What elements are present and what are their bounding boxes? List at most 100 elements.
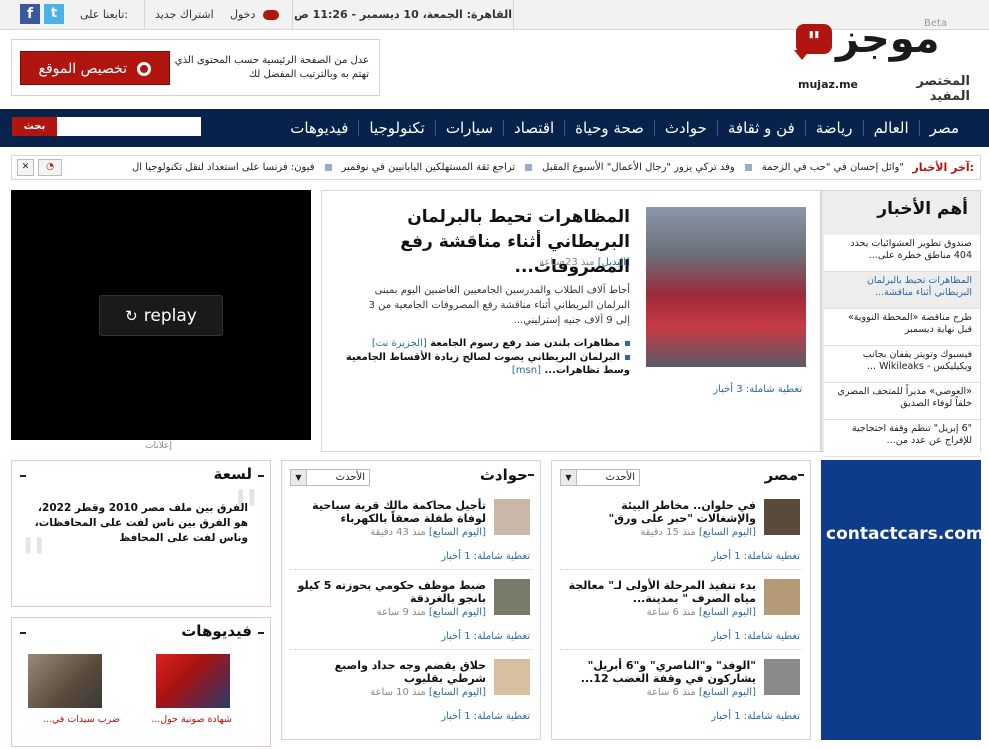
- section-accidents: حوادث ▼ الأحدث تأجيل محاكمة مالك قرية سيا…: [281, 460, 541, 740]
- article-thumbnail[interactable]: [764, 579, 800, 615]
- featured-title[interactable]: المظاهرات تحيط بالبرلمان البريطاني أثناء…: [330, 205, 630, 280]
- ticker-item[interactable]: وائل إحسان في "حب في الزحمة": [756, 162, 910, 173]
- featured-source[interactable]: [البديل]: [598, 257, 630, 268]
- videos-title: فيديوهات: [181, 622, 252, 640]
- article-thumbnail[interactable]: [494, 579, 530, 615]
- subscribe-link[interactable]: اشتراك جديد: [144, 0, 214, 30]
- video-caption[interactable]: شهادة صوتية حول...: [132, 714, 232, 725]
- replay-icon: ↻: [125, 307, 138, 325]
- article-item[interactable]: حلاق يقضم وجه حداد واصبع شرطي بقليوب [ال…: [282, 659, 540, 739]
- top-news-item[interactable]: صندوق تطوير العشوائيات يحدد 404 مناطق خط…: [824, 235, 980, 272]
- nav-item-misr[interactable]: مصر: [918, 120, 969, 136]
- logo-tail: [794, 50, 810, 60]
- chevron-down-icon: ▼: [561, 470, 577, 485]
- article-item[interactable]: تأجيل محاكمة مالك قرية سياحية لوفاة طفلة…: [282, 499, 540, 579]
- lasaa-text[interactable]: الفرق بين ملف مصر 2010 وقطر 2022، هو الف…: [28, 501, 248, 546]
- search-button[interactable]: بحث: [12, 117, 57, 136]
- video-caption[interactable]: ضرب سيدات في...: [20, 714, 120, 725]
- top-news-item[interactable]: طرح مناقصة «المحطة النووية» قبل نهاية دي…: [824, 309, 980, 346]
- top-news-title: أهم الأخبار: [877, 199, 968, 219]
- top-news-item-selected[interactable]: المظاهرات تحيط بالبرلمان البريطاني أثناء…: [824, 272, 980, 309]
- social-follow: f t تابعنا على:: [0, 0, 140, 30]
- nav-item-world[interactable]: العالم: [862, 120, 919, 136]
- article-item[interactable]: في حلوان.. مخاطر البيئة والإشغالات "حبر …: [552, 499, 810, 579]
- nav-item-art-culture[interactable]: فن و ثقافة: [716, 120, 805, 136]
- video-thumbnail[interactable]: [156, 654, 230, 708]
- dash-icon: [258, 632, 264, 634]
- nav-item-technology[interactable]: تكنولوجيا: [358, 120, 434, 136]
- article-item[interactable]: بدء تنفيذ المرحلة الأولى لـ" معالجة مياه…: [552, 579, 810, 659]
- article-item[interactable]: "الوفد" و"الناصري" و"6 أبريل" يشاركون في…: [552, 659, 810, 739]
- close-icon[interactable]: ✕: [17, 159, 34, 176]
- logo-text: موجز: [836, 16, 940, 62]
- ads-label: إعلانات: [145, 441, 172, 451]
- related-link[interactable]: البرلمان البريطاني يصوت لصالح زيادة الأق…: [330, 351, 630, 377]
- section-misr: مصر ▼ الأحدث في حلوان.. مخاطر البيئة والإ…: [551, 460, 811, 740]
- replay-button[interactable]: ↻ replay: [99, 295, 223, 336]
- top-news-item[interactable]: "6 إبريل" تنظم وقفة احتجاجية للإفراج عن …: [824, 420, 980, 457]
- article-item[interactable]: ضبط موظف حكومي بحوزته 5 كيلو بانجو بالغر…: [282, 579, 540, 659]
- ticker-item[interactable]: تراجع ثقة المستهلكين اليابانيين في نوفمب…: [336, 162, 522, 173]
- featured-description: أحاط آلاف الطلاب والمدرسين الجامعيين الغ…: [368, 285, 630, 326]
- gear-icon: [137, 62, 152, 76]
- ad-brand[interactable]: contactcars.com: [826, 524, 984, 544]
- dash-icon: [798, 474, 804, 476]
- related-links: مظاهرات بلندن ضد رفع رسوم الجامعة [الجزي…: [330, 337, 630, 378]
- site-logo[interactable]: Beta " موجز المختصر المفيد mujaz.me: [790, 16, 970, 104]
- customize-description: عدل من الصفحة الرئيسية حسب المحتوى الذي …: [174, 55, 369, 80]
- bullet-icon: [625, 354, 630, 360]
- twitter-icon[interactable]: t: [44, 4, 64, 24]
- nav-item-accidents[interactable]: حوادث: [653, 120, 717, 136]
- dash-icon: [20, 632, 26, 634]
- featured-coverage-link[interactable]: تغطية شاملة: 3 أخبار: [713, 384, 802, 395]
- close-quote-icon: ": [20, 526, 48, 596]
- follow-label: تابعنا على:: [79, 8, 128, 21]
- dash-icon: [258, 475, 264, 477]
- bullet-icon: [625, 340, 630, 346]
- article-thumbnail[interactable]: [494, 659, 530, 695]
- article-thumbnail[interactable]: [764, 659, 800, 695]
- sort-dropdown[interactable]: ▼ الأحدث: [290, 469, 370, 486]
- featured-story: المظاهرات تحيط بالبرلمان البريطاني أثناء…: [321, 190, 821, 452]
- customize-site-button[interactable]: تخصيص الموقع: [20, 51, 170, 85]
- featured-image[interactable]: [646, 207, 806, 367]
- speed-gauge-icon[interactable]: ◔: [38, 159, 62, 176]
- ticker-label: آخر الأخبار:: [912, 161, 974, 174]
- ad-banner[interactable]: [821, 460, 981, 740]
- ticker-separator-icon: [324, 164, 332, 171]
- logo-domain: mujaz.me: [798, 78, 858, 91]
- ticker-separator-icon: [744, 164, 752, 171]
- article-thumbnail[interactable]: [494, 499, 530, 535]
- nav-item-videos[interactable]: فيديوهات: [280, 120, 358, 136]
- ticker-item[interactable]: فيون: فرنسا على استعداد لنقل تكنولوجيا ا…: [126, 162, 321, 173]
- nav-item-sports[interactable]: رياضة: [804, 120, 863, 136]
- top-news-panel: أهم الأخبار صندوق تطوير العشوائيات يحدد …: [821, 190, 981, 457]
- ticker-item[interactable]: وفد تركي يزور "رجال الأعمال" الأسبوع الم…: [536, 162, 741, 173]
- nav-item-health[interactable]: صحة وحياة: [564, 120, 654, 136]
- ticker-separator-icon: [525, 164, 533, 171]
- related-link[interactable]: مظاهرات بلندن ضد رفع رسوم الجامعة [الجزي…: [330, 337, 630, 350]
- videos-box: فيديوهات شهادة صوتية حول... ضرب سيدات في…: [11, 617, 271, 747]
- news-ticker: آخر الأخبار: وائل إحسان في "حب في الزحمة…: [11, 155, 981, 180]
- section-title: مصر: [764, 466, 798, 484]
- article-thumbnail[interactable]: [764, 499, 800, 535]
- nav-item-economy[interactable]: اقتصاد: [503, 120, 564, 136]
- logo-tagline: المختصر المفيد: [916, 74, 970, 104]
- nav-item-cars[interactable]: سيارات: [434, 120, 503, 136]
- sort-dropdown[interactable]: ▼ الأحدث: [560, 469, 640, 486]
- users-icon: [262, 10, 279, 20]
- lasaa-box: لسعة " " الفرق بين ملف مصر 2010 وقطر 202…: [11, 460, 271, 607]
- search-input[interactable]: [57, 117, 201, 136]
- chevron-down-icon: ▼: [291, 470, 307, 485]
- video-thumbnail[interactable]: [28, 654, 102, 708]
- dash-icon: [528, 474, 534, 476]
- top-news-item[interactable]: «العوضي» مديراً للمتحف المصري خلفاً لوفا…: [824, 383, 980, 420]
- login-link[interactable]: دخول: [222, 0, 292, 30]
- section-title: حوادث: [479, 466, 528, 484]
- featured-meta: [البديل] منذ 23 ساعة: [539, 257, 630, 268]
- dash-icon: [20, 475, 26, 477]
- top-news-item[interactable]: فيسبوك وتويتر يقفان بجانب ويكيليكس - Wik…: [824, 346, 980, 383]
- facebook-icon[interactable]: f: [20, 4, 40, 24]
- customize-panel: تخصيص الموقع عدل من الصفحة الرئيسية حسب …: [11, 39, 380, 96]
- date-time: القاهرة: الجمعة، 10 ديسمبر - 11:26 ص: [292, 0, 514, 30]
